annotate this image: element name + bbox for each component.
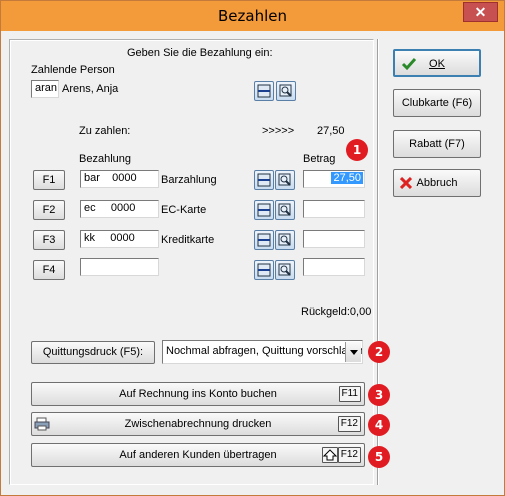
annotation-badge-4: 4 — [368, 414, 390, 436]
shift-arrow-icon — [322, 447, 338, 463]
search-button-2[interactable] — [275, 200, 295, 220]
method-name-3: Kreditkarte — [161, 234, 215, 246]
search-icon — [278, 233, 291, 246]
search-button-4[interactable] — [275, 260, 295, 280]
search-icon — [279, 84, 292, 97]
ok-button[interactable]: OK — [393, 49, 481, 77]
check-icon — [401, 58, 417, 71]
receipt-mode-value: Nochmal abfragen, Quittung vorschlagen — [166, 345, 363, 357]
print-interim-button[interactable]: Zwischenabrechnung drucken F12 — [31, 412, 365, 436]
search-button-3[interactable] — [275, 230, 295, 250]
receipt-print-button[interactable]: Quittungsdruck (F5): — [31, 341, 155, 364]
calc-button-1[interactable] — [254, 170, 274, 190]
calc-button-3[interactable] — [254, 230, 274, 250]
clubcard-button[interactable]: Clubkarte (F6) — [393, 89, 481, 117]
f11-key-hint: F11 — [338, 386, 361, 402]
title-bar: Bezahlen ✕ — [1, 1, 504, 31]
payer-code-field[interactable]: aran — [31, 80, 59, 98]
calculator-icon — [257, 203, 271, 217]
payment-method-field-2[interactable]: ec 0000 — [80, 200, 159, 218]
search-icon — [278, 173, 291, 186]
search-icon — [278, 263, 291, 276]
amount-field-3[interactable] — [303, 230, 365, 248]
calc-button-2[interactable] — [254, 200, 274, 220]
discount-button[interactable]: Rabatt (F7) — [393, 130, 481, 158]
print-interim-label: Zwischenabrechnung drucken — [124, 418, 272, 430]
prompt-text: Geben Sie die Bezahlung ein: — [127, 47, 273, 59]
receipt-mode-select[interactable]: Nochmal abfragen, Quittung vorschlagen — [162, 340, 363, 364]
cancel-x-icon — [400, 177, 412, 189]
f1-button[interactable]: F1 — [33, 170, 65, 190]
payment-method-field-3[interactable]: kk 0000 — [80, 230, 159, 248]
window-title: Bezahlen — [218, 7, 287, 25]
amount-field-1[interactable]: 27,50 — [303, 170, 365, 188]
method-code: kk — [84, 232, 95, 244]
cancel-button[interactable]: Abbruch — [393, 169, 481, 197]
annotation-badge-5: 5 — [368, 446, 390, 468]
f4-button[interactable]: F4 — [33, 260, 65, 280]
transfer-customer-button[interactable]: Auf anderen Kunden übertragen F12 — [31, 443, 365, 467]
calculator-icon — [257, 173, 271, 187]
f3-button[interactable]: F3 — [33, 230, 65, 250]
payment-method-field-1[interactable]: bar 0000 — [80, 170, 159, 188]
printer-icon — [34, 417, 50, 431]
book-to-account-button[interactable]: Auf Rechnung ins Konto buchen F11 — [31, 382, 365, 406]
calc-button-4[interactable] — [254, 260, 274, 280]
payment-dialog: Bezahlen ✕ Geben Sie die Bezahlung ein: … — [0, 0, 505, 496]
dropdown-arrow-icon[interactable] — [345, 342, 361, 362]
ok-label: OK — [429, 58, 445, 70]
due-amount: 27,50 — [317, 125, 345, 137]
method-number: 0000 — [110, 202, 136, 214]
method-name-2: EC-Karte — [161, 204, 207, 216]
due-label: Zu zahlen: — [79, 125, 131, 137]
close-button[interactable]: ✕ — [463, 2, 498, 22]
search-icon — [278, 203, 291, 216]
method-number: 0000 — [110, 232, 135, 244]
payer-label: Zahlende Person — [31, 64, 115, 76]
search-button-1[interactable] — [275, 170, 295, 190]
calculator-icon — [257, 263, 271, 277]
method-name-1: Barzahlung — [161, 174, 217, 186]
amount-header: Betrag — [303, 153, 336, 165]
amount-selection: 27,50 — [331, 172, 363, 184]
payment-header: Bezahlung — [79, 153, 131, 165]
f12-key-hint: F12 — [337, 416, 361, 432]
f2-button[interactable]: F2 — [33, 200, 65, 220]
calculator-icon — [257, 233, 271, 247]
amount-field-2[interactable] — [303, 200, 365, 218]
method-code: ec — [84, 202, 96, 214]
payer-search-button[interactable] — [276, 81, 296, 101]
due-arrows: >>>>> — [262, 125, 295, 137]
f12-key-hint: F12 — [337, 447, 361, 463]
payer-calculator-button[interactable] — [254, 81, 274, 101]
payment-method-field-4[interactable] — [80, 258, 159, 276]
change-label-text: Rückgeld: — [301, 306, 350, 318]
amount-field-4[interactable] — [303, 258, 365, 276]
payer-name: Arens, Anja — [62, 83, 119, 95]
change-value: 0,00 — [349, 306, 372, 318]
annotation-badge-2: 2 — [368, 341, 390, 363]
annotation-badge-3: 3 — [368, 384, 390, 406]
calculator-icon — [257, 84, 271, 98]
change-label: Rückgeld:0,00 — [301, 306, 371, 318]
method-code: bar — [84, 172, 100, 184]
book-to-account-label: Auf Rechnung ins Konto buchen — [119, 388, 277, 400]
cancel-label: Abbruch — [416, 177, 458, 189]
method-number: 0000 — [112, 172, 137, 184]
transfer-customer-label: Auf anderen Kunden übertragen — [119, 449, 277, 461]
annotation-badge-1: 1 — [346, 139, 368, 161]
